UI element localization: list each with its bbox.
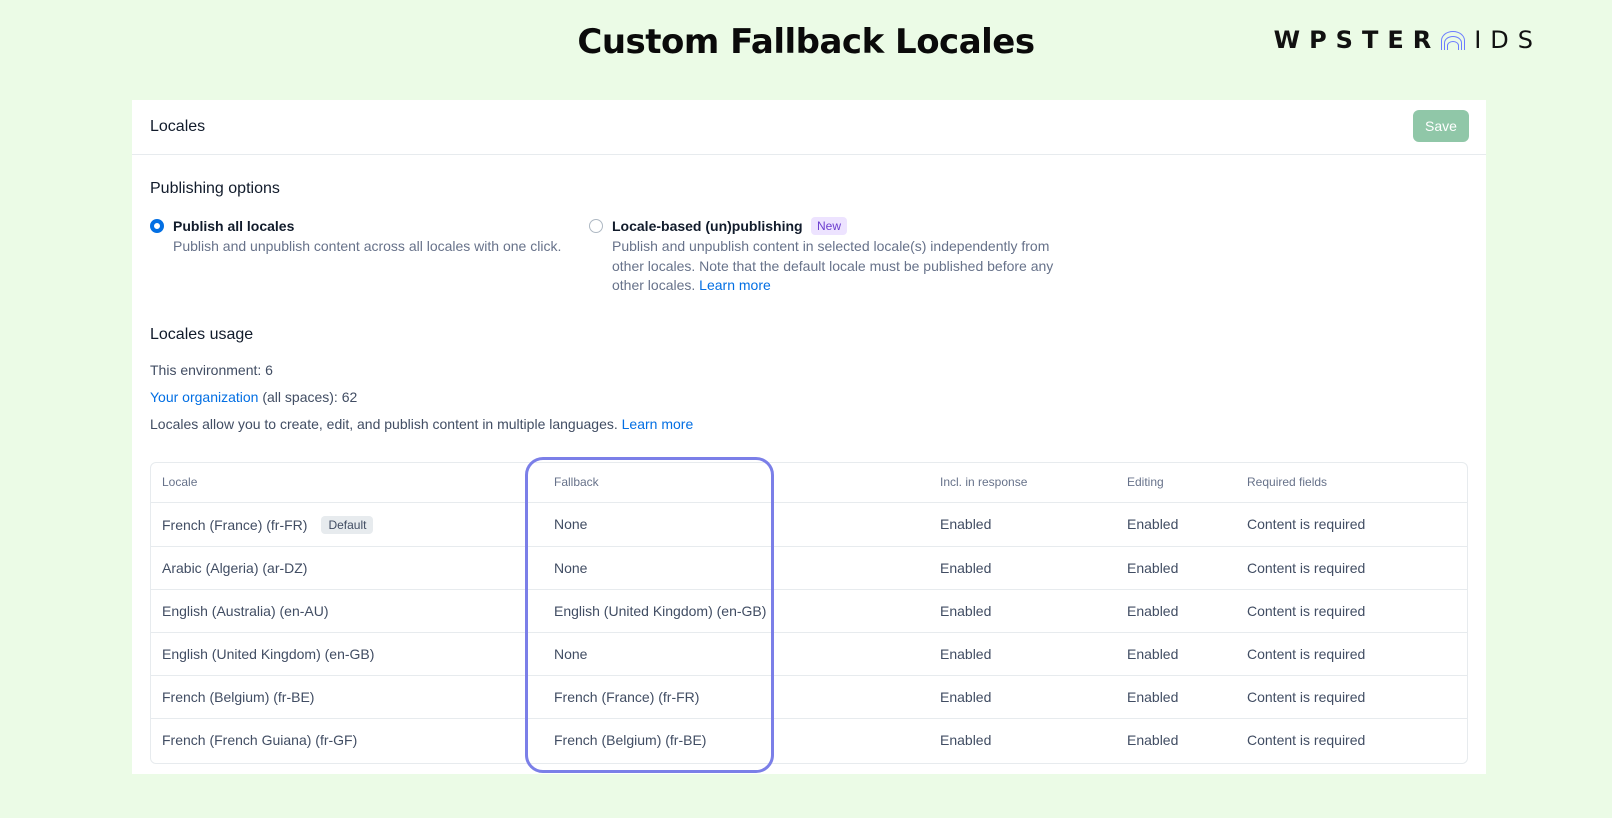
table-row[interactable]: Arabic (Algeria) (ar-DZ) None Enabled En… xyxy=(151,546,1467,590)
required-cell: Content is required xyxy=(1247,560,1366,576)
radio-publish-all[interactable] xyxy=(150,219,164,233)
panel-header: Locales Save xyxy=(132,100,1486,155)
response-cell: Enabled xyxy=(940,732,992,748)
publish-all-description: Publish and unpublish content across all… xyxy=(173,238,562,254)
locales-usage-heading: Locales usage xyxy=(150,326,254,343)
organization-usage: Your organization (all spaces): 62 xyxy=(150,389,357,405)
editing-cell: Enabled xyxy=(1127,732,1179,748)
editing-cell: Enabled xyxy=(1127,689,1179,705)
locales-info: Locales allow you to create, edit, and p… xyxy=(150,416,693,432)
locales-table: Locale Fallback Incl. in response Editin… xyxy=(150,462,1468,764)
response-cell: Enabled xyxy=(940,560,992,576)
page-title: Locales xyxy=(150,118,206,135)
radio-locale-based[interactable] xyxy=(589,219,603,233)
response-cell: Enabled xyxy=(940,516,992,532)
response-cell: Enabled xyxy=(940,646,992,662)
table-row[interactable]: French (French Guiana) (fr-GF) French (B… xyxy=(151,718,1467,762)
learn-more-link-publishing[interactable]: Learn more xyxy=(699,277,771,293)
required-cell: Content is required xyxy=(1247,516,1366,532)
locale-desc-line-2: other locales. Note that the default loc… xyxy=(612,257,1054,274)
locale-cell: English (United Kingdom) (en-GB) xyxy=(162,646,375,662)
column-header-response: Incl. in response xyxy=(940,475,1028,489)
locale-cell: French (French Guiana) (fr-GF) xyxy=(162,732,358,748)
brand-text-left: WPSTER xyxy=(1273,26,1441,54)
locale-desc-line-1: Publish and unpublish content in selecte… xyxy=(612,238,1050,254)
locales-panel: Locales Save Publishing options Publish … xyxy=(132,100,1486,774)
table-row[interactable]: English (United Kingdom) (en-GB) None En… xyxy=(151,632,1467,676)
response-cell: Enabled xyxy=(940,689,992,705)
locale-cell: Arabic (Algeria) (ar-DZ) xyxy=(162,560,308,576)
response-cell: Enabled xyxy=(940,603,992,619)
locale-desc-line-3-wrap: other locales. Learn more xyxy=(612,276,1053,296)
organization-link[interactable]: Your organization xyxy=(150,389,258,405)
learn-more-link-usage[interactable]: Learn more xyxy=(622,416,694,432)
table-row[interactable]: French (France) (fr-FR) Default None Enab… xyxy=(151,502,1467,547)
locale-cell: French (France) (fr-FR) Default xyxy=(162,516,374,534)
editing-cell: Enabled xyxy=(1127,560,1179,576)
column-header-required: Required fields xyxy=(1247,475,1328,489)
editing-cell: Enabled xyxy=(1127,603,1179,619)
default-badge: Default xyxy=(321,516,374,534)
fallback-column-highlight xyxy=(525,457,774,773)
locale-based-description: Publish and unpublish content in selecte… xyxy=(612,237,1053,296)
locale-cell: English (Australia) (en-AU) xyxy=(162,603,329,619)
locale-name: French (France) (fr-FR) xyxy=(162,517,308,533)
environment-usage: This environment: 6 xyxy=(150,362,273,378)
table-row[interactable]: French (Belgium) (fr-BE) French (France)… xyxy=(151,675,1467,719)
required-cell: Content is required xyxy=(1247,646,1366,662)
column-header-editing: Editing xyxy=(1127,475,1164,489)
locale-cell: French (Belgium) (fr-BE) xyxy=(162,689,315,705)
required-cell: Content is required xyxy=(1247,603,1366,619)
publishing-options-heading: Publishing options xyxy=(150,180,280,197)
required-cell: Content is required xyxy=(1247,732,1366,748)
required-cell: Content is required xyxy=(1247,689,1366,705)
save-button[interactable]: Save xyxy=(1413,110,1469,142)
table-row[interactable]: English (Australia) (en-AU) English (Uni… xyxy=(151,589,1467,633)
editing-cell: Enabled xyxy=(1127,516,1179,532)
brand-logo: WPSTER IDS xyxy=(1274,26,1542,54)
locales-info-text: Locales allow you to create, edit, and p… xyxy=(150,416,622,432)
publish-all-label[interactable]: Publish all locales xyxy=(173,218,294,234)
locale-desc-line-3: other locales. xyxy=(612,277,696,293)
new-badge: New xyxy=(811,217,848,235)
rings-icon xyxy=(1440,30,1466,50)
brand-text-right: IDS xyxy=(1474,26,1542,54)
editing-cell: Enabled xyxy=(1127,646,1179,662)
organization-count: (all spaces): 62 xyxy=(258,389,358,405)
locale-based-label[interactable]: Locale-based (un)publishing xyxy=(612,218,803,234)
column-header-locale: Locale xyxy=(162,475,198,489)
